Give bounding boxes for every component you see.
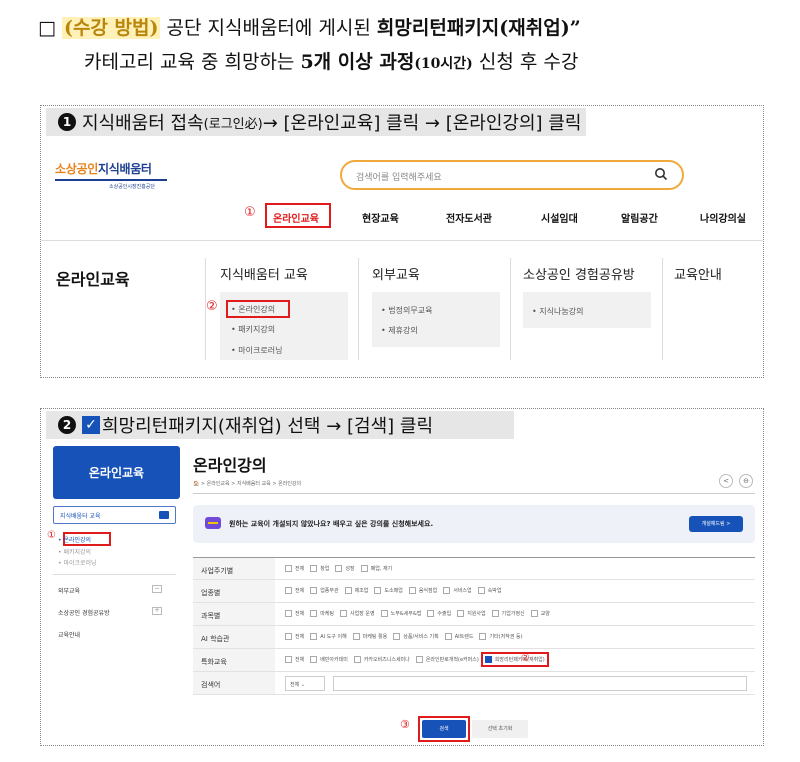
- sidebar-item-package-lecture[interactable]: • 패키지강의: [58, 547, 91, 556]
- filter-row: AI 학습관 전체 AI 도구 이해 마케팅 활용 상품/서비스 기획 AI트렌…: [193, 626, 755, 649]
- marker-3: ③: [400, 718, 410, 731]
- filter-label: 사업주기별: [193, 558, 275, 579]
- step1-bar: 1 지식배움터 접속 (로그인必) → [온라인교육] 클릭 → [온라인강의] …: [46, 108, 586, 136]
- breadcrumb: 🏠 > 온라인교육 > 지식배움터 교육 > 온라인강의: [193, 481, 302, 487]
- nav-notice[interactable]: 알림공간: [621, 210, 658, 225]
- search-button[interactable]: 검색: [422, 720, 466, 738]
- submenu-box: [372, 292, 500, 347]
- sidebar-divider: [53, 574, 176, 575]
- menu-title: 온라인교육: [56, 270, 130, 289]
- submenu-online-lecture[interactable]: • 온라인강의: [231, 304, 275, 315]
- instruction-line-2: 카테고리 교육 중 희망하는 5개 이상 과정(10시간) 신청 후 수강: [84, 47, 578, 74]
- step2-text: 희망리턴패키지(재취업) 선택 → [검색] 클릭: [102, 416, 434, 437]
- submenu-partner-lecture[interactable]: • 제휴강의: [381, 325, 418, 336]
- sidebar-selected-group[interactable]: 지식배움터 교육: [53, 506, 176, 524]
- filter-options: 전체 마케팅 사업장 운영 노무&세무&법 수출입 지원사업 기업가정신 교양: [285, 610, 550, 617]
- logo-subtitle: 소상공인시장진흥공단: [109, 184, 156, 190]
- keyword-input[interactable]: [333, 676, 747, 691]
- print-icon[interactable]: ⊖: [739, 474, 753, 488]
- sidebar-group-experience[interactable]: 소상공인 경험공유방: [58, 608, 110, 617]
- nav-my-classroom[interactable]: 나의강의실: [700, 210, 746, 225]
- filter-table: 사업주기별 전체 창업 성장 폐업, 재기 업종별 전체 업종무관 제조업 도소…: [193, 557, 755, 695]
- nav-divider: [41, 240, 763, 241]
- line2-text-a: 카테고리 교육 중 희망하는: [84, 51, 301, 73]
- search-placeholder: 검색어를 입력해주세요: [356, 173, 442, 183]
- filter-options: 전체 업종무관 제조업 도소매업 음식점업 서비스업 숙박업: [285, 587, 501, 594]
- filter-label: 특화교육: [193, 649, 275, 671]
- sidebar-item-microlearning[interactable]: • 마이크로러닝: [58, 558, 97, 567]
- request-course-button[interactable]: 개설예드림 >: [689, 516, 743, 532]
- line1-text: 공단 지식배움터에 게시된: [160, 17, 377, 39]
- chat-icon: [205, 517, 221, 529]
- logo-text-a: 소상공인: [55, 162, 98, 176]
- notice-text: 원하는 교육이 개설되지 않았나요? 배우고 싶은 강의를 신청해보세요.: [229, 520, 434, 528]
- checked-box-icon: ✓: [82, 416, 100, 434]
- column-divider: [510, 258, 511, 360]
- collapse-icon[interactable]: [159, 511, 169, 519]
- page-title: 온라인강의: [193, 456, 267, 475]
- title-divider: [193, 493, 755, 494]
- marker-1: ①: [47, 530, 56, 541]
- site-logo[interactable]: 소상공인지식배움터 소상공인시장진흥공단: [55, 160, 167, 190]
- filter-label: 과목별: [193, 603, 275, 625]
- column-header[interactable]: 지식배움터 교육: [220, 264, 308, 283]
- checkbox-icon: □: [38, 17, 56, 39]
- filter-options: 전체 배민아카데미 카카오비즈니스세미나 온라인판로개척(e커머스) 희망리턴패…: [285, 652, 549, 667]
- keyword-label: 검색어: [193, 672, 275, 694]
- step1-number: 1: [58, 113, 76, 131]
- reset-button[interactable]: 선택 초기화: [472, 720, 528, 738]
- column-divider: [662, 258, 663, 360]
- search-input[interactable]: 검색어를 입력해주세요: [340, 160, 684, 190]
- nav-onsite-education[interactable]: 현장교육: [362, 210, 399, 225]
- search-icon[interactable]: [654, 167, 668, 181]
- expand-icon[interactable]: −: [152, 585, 162, 593]
- filter-options: 전체 AI 도구 이해 마케팅 활용 상품/서비스 기획 AI트렌드 기타(저작…: [285, 633, 523, 640]
- filter-options: 전체 창업 성장 폐업, 재기: [285, 565, 392, 572]
- nav-online-education[interactable]: 온라인교육: [273, 210, 319, 225]
- filter-label: AI 학습관: [193, 626, 275, 648]
- step1-text-a: 지식배움터 접속: [82, 113, 204, 134]
- filter-row: 과목별 전체 마케팅 사업장 운영 노무&세무&법 수출입 지원사업 기업가정신…: [193, 603, 755, 626]
- keyword-select[interactable]: 전체 ⌄: [285, 676, 325, 691]
- submenu-package-lecture[interactable]: • 패키지강의: [231, 324, 275, 335]
- step1-text-b: → [온라인교육] 클릭 → [온라인강의] 클릭: [262, 113, 582, 134]
- course-count: 5개 이상 과정: [300, 51, 415, 73]
- filter-row: 업종별 전체 업종무관 제조업 도소매업 음식점업 서비스업 숙박업: [193, 580, 755, 603]
- filter-row: 특화교육 전체 배민아카데미 카카오비즈니스세미나 온라인판로개척(e커머스) …: [193, 649, 755, 672]
- nav-e-library[interactable]: 전자도서관: [446, 210, 492, 225]
- column-header[interactable]: 외부교육: [372, 264, 420, 283]
- column-divider: [358, 258, 359, 360]
- column-header[interactable]: 소상공인 경험공유방: [523, 264, 635, 283]
- submenu-microlearning[interactable]: • 마이크로러닝: [231, 345, 282, 356]
- sidebar-group-external[interactable]: 외부교육: [58, 586, 80, 595]
- package-option[interactable]: 희망리턴패키지(재취업): [480, 652, 549, 667]
- course-hours: (10시간): [414, 56, 473, 72]
- submenu-knowledge-sharing[interactable]: • 지식나눔강의: [532, 306, 583, 317]
- marker-2: ②: [521, 653, 530, 664]
- step1-text-small: (로그인必): [203, 116, 263, 132]
- sidebar-title: 온라인교육: [53, 446, 180, 499]
- keyword-row: 검색어 전체 ⌄: [193, 672, 755, 695]
- submenu-legal-education[interactable]: • 법정의무교육: [381, 305, 432, 316]
- marker-1: ①: [244, 205, 256, 220]
- logo-text-b: 지식배움터: [97, 162, 152, 176]
- sidebar-group-guide[interactable]: 교육안내: [58, 630, 80, 639]
- nav-facility-rental[interactable]: 시설임대: [541, 210, 578, 225]
- marker-2: ②: [206, 299, 218, 314]
- notice-banner: 원하는 교육이 개설되지 않았나요? 배우고 싶은 강의를 신청해보세요. 개설…: [193, 505, 755, 543]
- step2-bar: 2 ✓ 희망리턴패키지(재취업) 선택 → [검색] 클릭: [46, 411, 514, 439]
- share-icon[interactable]: <: [719, 474, 733, 488]
- method-label: (수강 방법): [61, 17, 161, 39]
- line2-text-b: 신청 후 수강: [472, 51, 579, 73]
- sidebar-item-online-lecture[interactable]: • 온라인강의: [58, 535, 91, 544]
- column-header[interactable]: 교육안내: [674, 264, 722, 283]
- step2-number: 2: [58, 416, 76, 434]
- filter-row: 사업주기별 전체 창업 성장 폐업, 재기: [193, 557, 755, 580]
- instruction-line-1: □ (수강 방법) 공단 지식배움터에 게시된 희망리턴패키지(재취업)”: [38, 13, 581, 40]
- expand-icon[interactable]: +: [152, 607, 162, 615]
- filter-label: 업종별: [193, 580, 275, 602]
- package-name: 희망리턴패키지(재취업)”: [376, 17, 581, 39]
